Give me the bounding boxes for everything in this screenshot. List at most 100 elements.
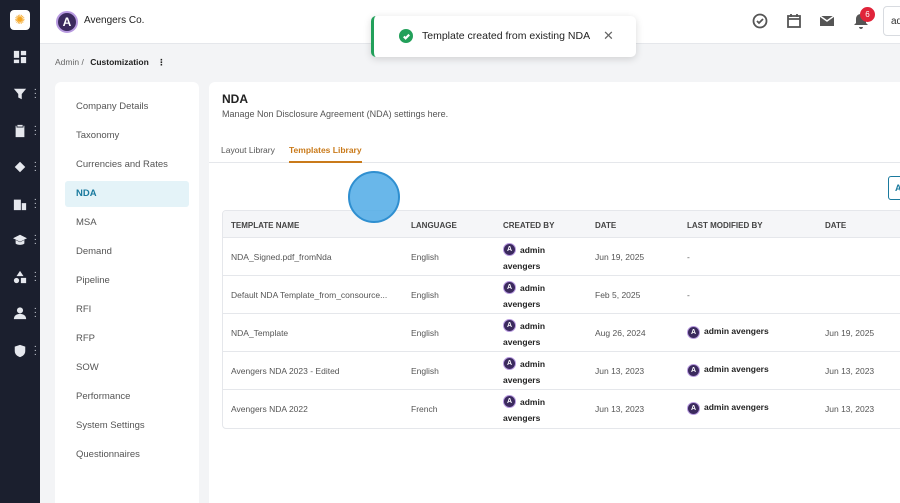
kebab-icon[interactable]: ⋮: [157, 57, 166, 67]
modified-by-name: admin avengers: [704, 402, 769, 412]
created-by-name: admin avengers: [503, 245, 546, 271]
toast-message: Template created from existing NDA: [422, 30, 591, 42]
col-date[interactable]: DATE: [595, 221, 616, 230]
nav-item-msa[interactable]: MSA: [65, 210, 189, 236]
nav-item-nda[interactable]: NDA: [65, 181, 189, 207]
col-created-by[interactable]: CREATED BY: [503, 221, 554, 230]
nav-item-currencies[interactable]: Currencies and Rates: [65, 152, 189, 178]
rail-more-icon[interactable]: · · ·: [34, 342, 37, 360]
cell-date: Jun 19, 2025: [595, 252, 645, 262]
rail-settings[interactable]: · · ·: [0, 340, 40, 362]
cell-modified-date: Jun 19, 2025: [825, 328, 875, 338]
clipboard-icon: [15, 124, 25, 138]
close-icon[interactable]: ✕: [603, 28, 614, 44]
created-by-name: admin avengers: [503, 321, 546, 347]
calendar-icon[interactable]: [786, 13, 804, 31]
rail-education[interactable]: · · ·: [0, 229, 40, 251]
check-circle-icon: [399, 29, 413, 43]
table-row[interactable]: NDA_Template English A admin avengers Au…: [223, 314, 900, 352]
company-avatar[interactable]: A: [56, 11, 78, 33]
nav-item-rfp[interactable]: RFP: [65, 326, 189, 352]
breadcrumb-admin[interactable]: Admin: [55, 57, 79, 67]
rail-user[interactable]: · · ·: [0, 302, 40, 324]
templates-table: TEMPLATE NAME LANGUAGE CREATED BY DATE L…: [222, 210, 900, 429]
created-by-name: admin avengers: [503, 397, 546, 423]
rail-filter[interactable]: · · ·: [0, 83, 40, 105]
add-template-button[interactable]: A: [888, 176, 900, 200]
nav-item-questionnaires[interactable]: Questionnaires: [65, 442, 189, 468]
breadcrumb: Admin / Customization ⋮: [55, 57, 166, 68]
tasks-icon[interactable]: [752, 13, 770, 31]
cell-date: Aug 26, 2024: [595, 328, 646, 338]
rail-dashboard[interactable]: [0, 46, 40, 68]
handshake-icon: [14, 161, 26, 173]
cell-modified-by: -: [687, 252, 690, 262]
success-toast: Template created from existing NDA ✕: [371, 16, 636, 57]
modified-by-name: admin avengers: [704, 326, 769, 336]
nav-item-taxonomy[interactable]: Taxonomy: [65, 123, 189, 149]
dashboard-icon: [13, 50, 27, 64]
mail-icon[interactable]: [819, 13, 837, 31]
cell-date: Jun 13, 2023: [595, 404, 645, 414]
rail-more-icon[interactable]: · · ·: [34, 304, 37, 322]
nav-item-demand[interactable]: Demand: [65, 239, 189, 265]
rail-more-icon[interactable]: · · ·: [34, 122, 37, 140]
cell-template-name[interactable]: Avengers NDA 2022: [231, 404, 308, 414]
rail-shapes[interactable]: · · ·: [0, 266, 40, 288]
avatar-icon: A: [687, 402, 700, 415]
rail-more-icon[interactable]: · · ·: [34, 158, 37, 176]
page-subtitle: Manage Non Disclosure Agreement (NDA) se…: [222, 109, 449, 119]
nav-item-performance[interactable]: Performance: [65, 384, 189, 410]
rail-more-icon[interactable]: · · ·: [34, 231, 37, 249]
tab-layout-library[interactable]: Layout Library: [221, 145, 275, 161]
shield-gear-icon: [14, 344, 26, 358]
table-row[interactable]: NDA_Signed.pdf_fromNda English A admin a…: [223, 238, 900, 276]
nav-item-company-details[interactable]: Company Details: [65, 94, 189, 120]
notification-badge: 6: [860, 7, 875, 22]
cell-language: English: [411, 252, 439, 262]
settings-nav: Company Details Taxonomy Currencies and …: [55, 82, 199, 503]
cell-template-name[interactable]: NDA_Template: [231, 328, 288, 338]
user-menu[interactable]: ad: [883, 6, 900, 36]
app-logo-icon[interactable]: ✺: [10, 10, 30, 30]
created-by-name: admin avengers: [503, 283, 546, 309]
avatar-icon: A: [687, 364, 700, 377]
table-row[interactable]: Default NDA Template_from_consource... E…: [223, 276, 900, 314]
table-row[interactable]: Avengers NDA 2022 French A admin avenger…: [223, 390, 900, 428]
cell-date: Feb 5, 2025: [595, 290, 641, 300]
cell-language: English: [411, 366, 439, 376]
cell-template-name[interactable]: NDA_Signed.pdf_fromNda: [231, 252, 332, 262]
company-name: Avengers Co.: [84, 15, 145, 26]
graduation-cap-icon: [13, 234, 27, 245]
cell-modified-by: -: [687, 290, 690, 300]
building-icon: [13, 199, 27, 211]
filter-icon: [13, 88, 27, 100]
cursor-highlight: [348, 171, 400, 223]
cell-template-name[interactable]: Avengers NDA 2023 - Edited: [231, 366, 340, 376]
rail-handshake[interactable]: · · ·: [0, 156, 40, 178]
rail-more-icon[interactable]: · · ·: [34, 85, 37, 103]
cell-language: English: [411, 290, 439, 300]
rail-more-icon[interactable]: · · ·: [34, 195, 37, 213]
nav-item-rfi[interactable]: RFI: [65, 297, 189, 323]
rail-clipboard[interactable]: · · ·: [0, 120, 40, 142]
nav-item-pipeline[interactable]: Pipeline: [65, 268, 189, 294]
rail-building[interactable]: · · ·: [0, 193, 40, 215]
nav-item-system-settings[interactable]: System Settings: [65, 413, 189, 439]
breadcrumb-current: Customization: [90, 57, 149, 67]
cell-template-name[interactable]: Default NDA Template_from_consource...: [231, 290, 387, 300]
col-last-modified-by[interactable]: LAST MODIFIED BY: [687, 221, 763, 230]
cell-modified-date: Jun 13, 2023: [825, 404, 875, 414]
cell-modified-date: Jun 13, 2023: [825, 366, 875, 376]
nav-item-sow[interactable]: SOW: [65, 355, 189, 381]
col-modified-date[interactable]: DATE: [825, 221, 846, 230]
col-template-name[interactable]: TEMPLATE NAME: [231, 221, 299, 230]
rail-more-icon[interactable]: · · ·: [34, 268, 37, 286]
col-language[interactable]: LANGUAGE: [411, 221, 457, 230]
cell-date: Jun 13, 2023: [595, 366, 645, 376]
table-row[interactable]: Avengers NDA 2023 - Edited English A adm…: [223, 352, 900, 390]
left-rail: ✺ · · · · · · · · · · · · · · · · · · · · · · · ·: [0, 0, 40, 503]
tab-templates-library[interactable]: Templates Library: [289, 145, 362, 163]
cell-language: English: [411, 328, 439, 338]
page-title: NDA: [222, 92, 248, 106]
